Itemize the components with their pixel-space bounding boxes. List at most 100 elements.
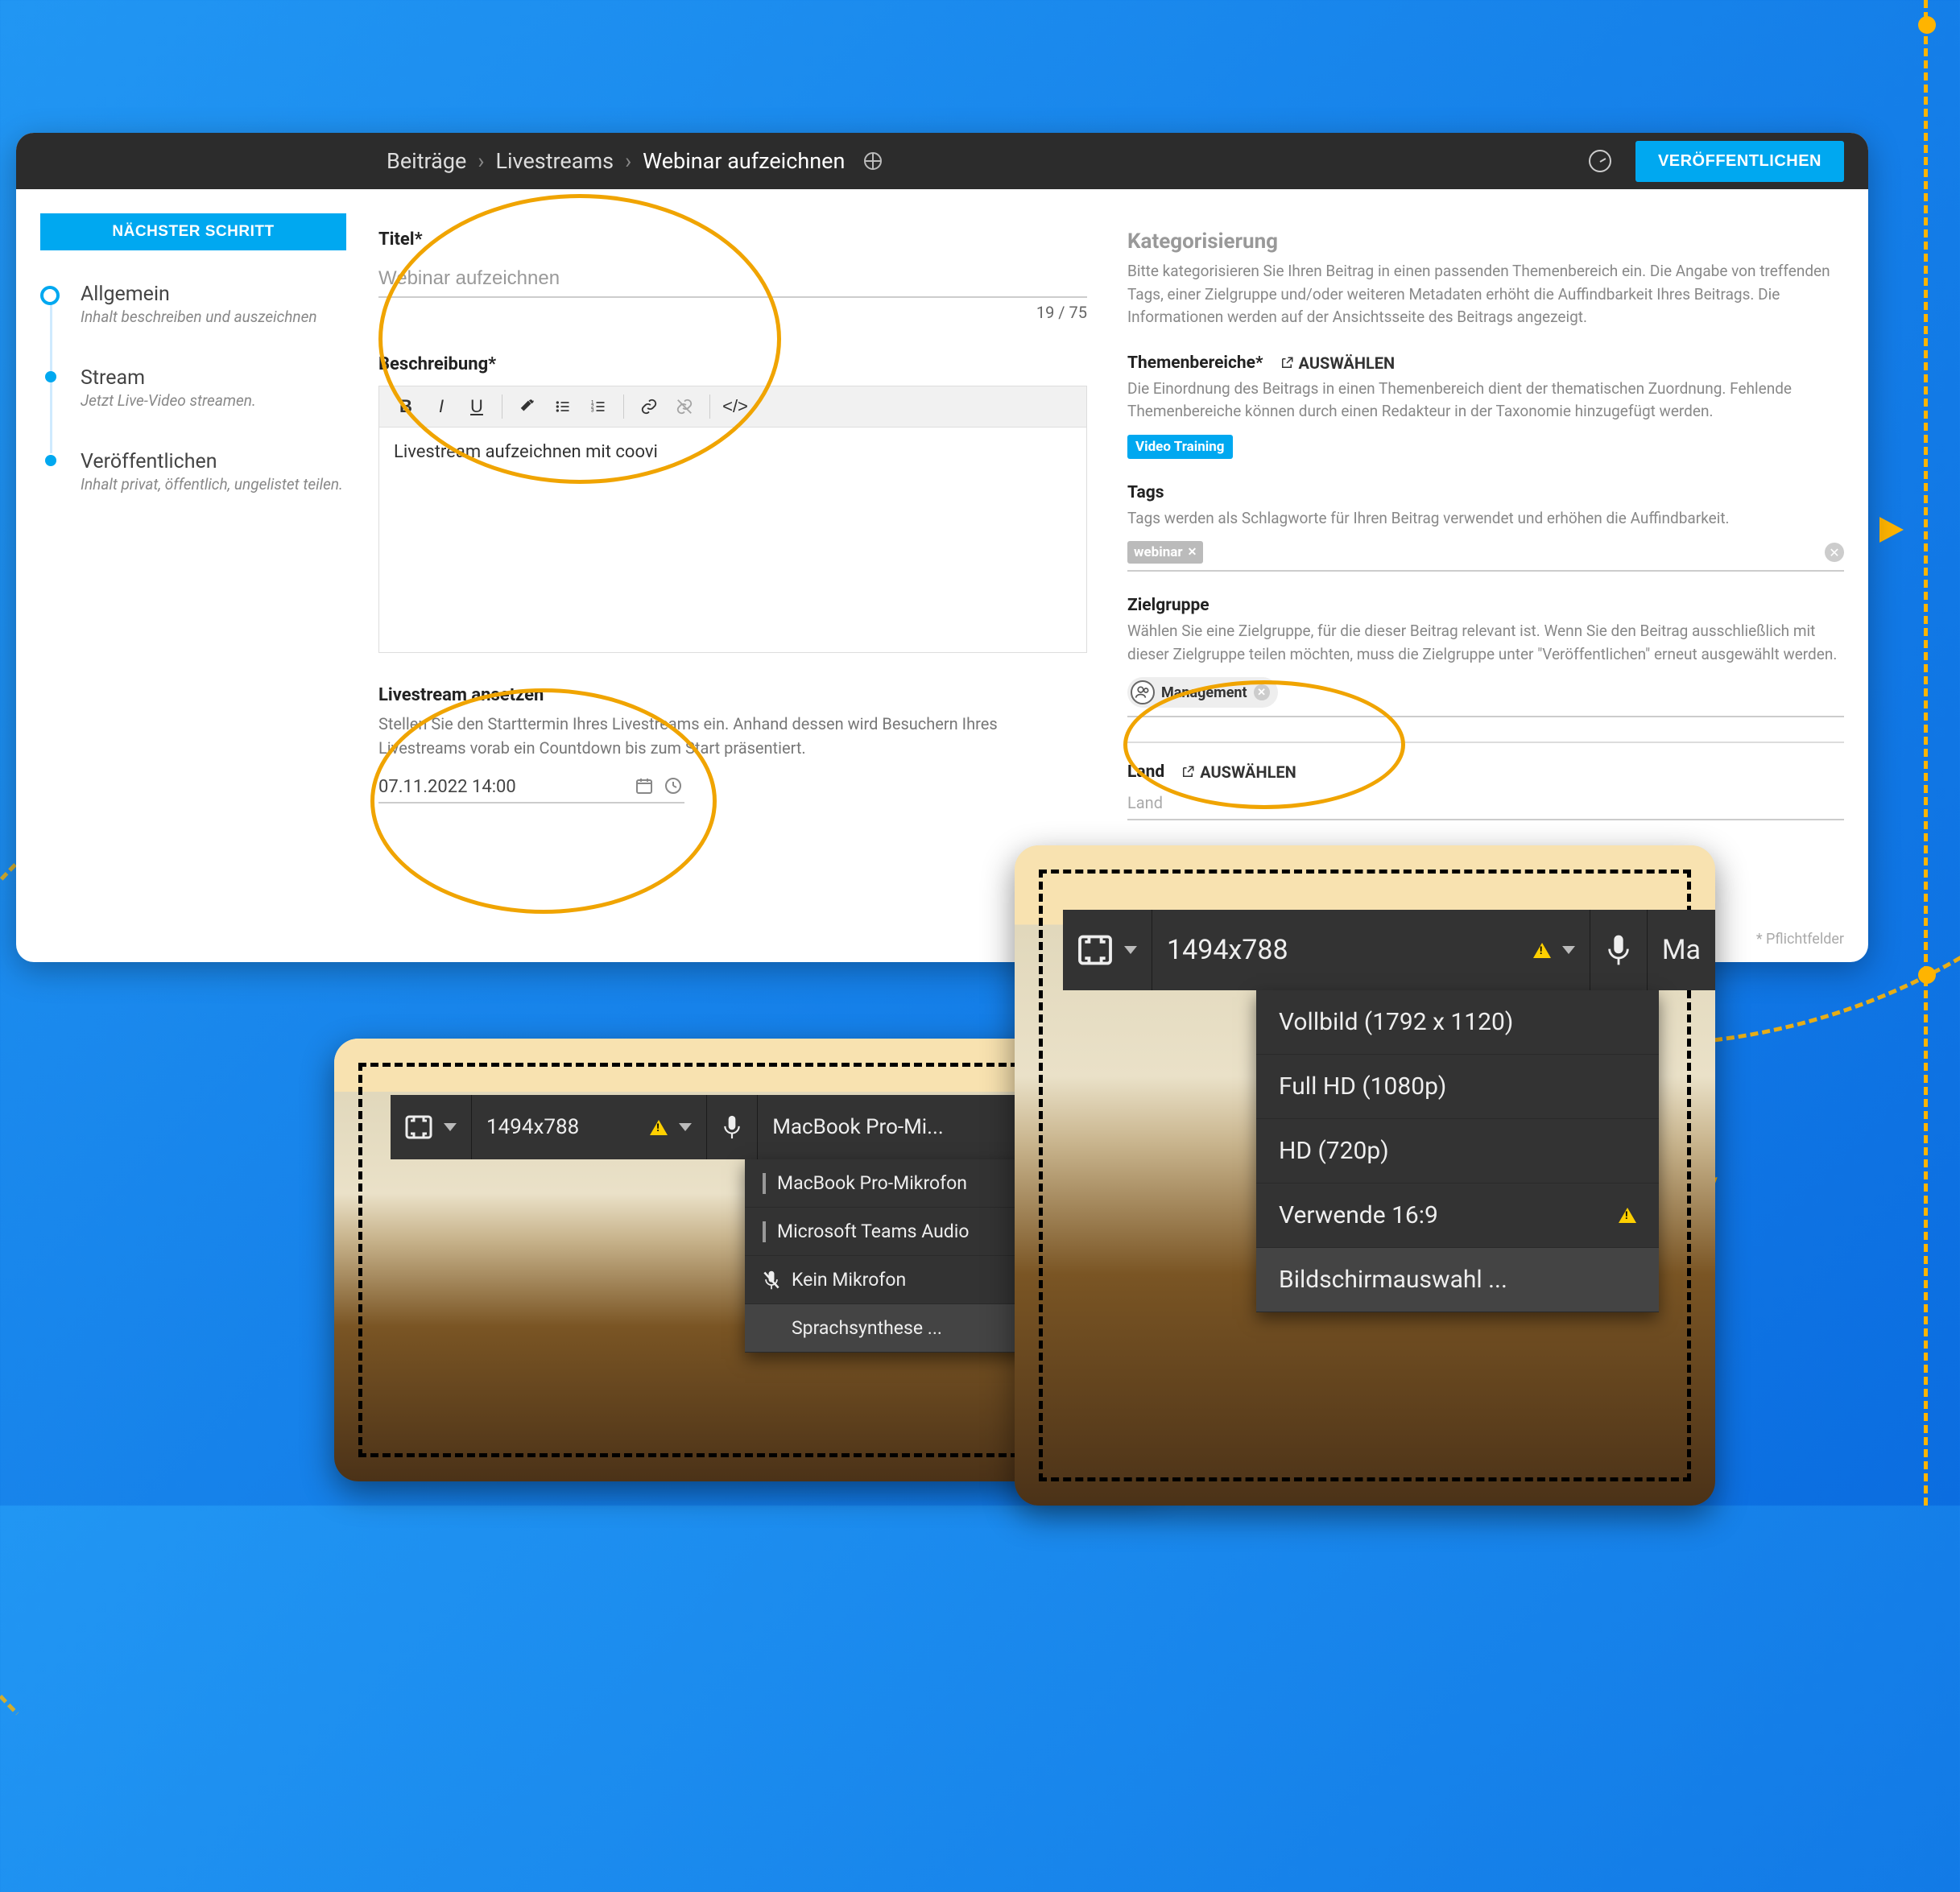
step-bullet (45, 371, 56, 382)
decorative-dot (1918, 16, 1936, 34)
step-publish[interactable]: Veröffentlichen Inhalt privat, öffentlic… (40, 450, 346, 494)
resolution-dropdown: Vollbild (1792 x 1120) Full HD (1080p) H… (1256, 990, 1659, 1312)
country-select-button[interactable]: AUSWÄHLEN (1181, 762, 1296, 782)
code-button[interactable]: </> (718, 390, 752, 423)
topic-chip[interactable]: Video Training (1127, 435, 1233, 459)
clear-tags-button[interactable]: ✕ (1825, 543, 1844, 562)
underline-button[interactable]: U (460, 390, 494, 423)
decorative-dot (1918, 966, 1936, 984)
step-bullet (45, 455, 56, 466)
title-label: Titel* (378, 229, 1087, 250)
remove-audience-icon[interactable]: ✕ (1254, 684, 1270, 700)
unlink-button[interactable] (668, 390, 701, 423)
tags-desc: Tags werden als Schlagworte für Ihren Be… (1127, 507, 1844, 531)
mic-dropdown: MacBook Pro-Mikrofon Microsoft Teams Aud… (745, 1159, 1035, 1353)
clear-format-button[interactable] (511, 390, 544, 423)
tag-chip[interactable]: webinar✕ (1127, 541, 1203, 564)
mic-option[interactable]: Microsoft Teams Audio (745, 1208, 1035, 1256)
step-list: Allgemein Inhalt beschreiben und auszeic… (40, 283, 346, 494)
bullet-list-button[interactable] (546, 390, 580, 423)
chevron-right-icon: › (625, 148, 631, 174)
publish-button[interactable]: VERÖFFENTLICHEN (1635, 141, 1844, 182)
audience-chip[interactable]: Management ✕ (1127, 677, 1278, 708)
description-text: Livestream aufzeichnen mit coovi (394, 442, 658, 462)
bold-button[interactable]: B (389, 390, 423, 423)
chevron-down-icon (679, 1123, 692, 1131)
mic-source-select[interactable]: MacBook Pro-Mi... (758, 1095, 1054, 1159)
schedule-value: 07.11.2022 14:00 (378, 777, 626, 797)
next-step-button[interactable]: NÄCHSTER SCHRITT (40, 213, 346, 250)
step-bullet-active (40, 286, 60, 305)
mic-toggle[interactable] (1590, 910, 1648, 990)
step-title: Stream (81, 366, 346, 390)
globe-icon[interactable] (864, 152, 882, 170)
schedule-input[interactable]: 07.11.2022 14:00 (378, 776, 684, 803)
calendar-icon[interactable] (635, 776, 655, 797)
char-count: 19 / 75 (378, 303, 1087, 322)
resolution-option-pick[interactable]: Bildschirmauswahl ... (1256, 1248, 1659, 1312)
step-desc: Jetzt Live-Video streamen. (81, 391, 346, 410)
chevron-down-icon (444, 1123, 457, 1131)
topics-desc: Die Einordnung des Beitrags in einen The… (1127, 378, 1844, 423)
clock-icon[interactable] (664, 776, 684, 797)
resolution-option-aspect[interactable]: Verwende 16:9 (1256, 1184, 1659, 1248)
step-desc: Inhalt privat, öffentlich, ungelistet te… (81, 475, 346, 494)
breadcrumb-current: Webinar aufzeichnen (643, 148, 845, 174)
screen-icon (405, 1115, 432, 1139)
mic-source-select[interactable]: Ma (1648, 910, 1715, 990)
country-input[interactable]: Land (1127, 787, 1844, 820)
categorization-heading: Kategorisierung (1127, 229, 1844, 254)
step-title: Veröffentlichen (81, 450, 346, 473)
mic-option-none[interactable]: Kein Mikrofon (745, 1256, 1035, 1304)
recorder-toolbar: 1494x788 Ma (1063, 910, 1715, 990)
svg-text:3: 3 (591, 408, 594, 414)
resolution-select[interactable]: 1494x788 (472, 1095, 707, 1159)
numbered-list-button[interactable]: 123 (581, 390, 615, 423)
step-stream[interactable]: Stream Jetzt Live-Video streamen. (40, 366, 346, 410)
screen-select[interactable] (391, 1095, 472, 1159)
description-editor[interactable]: Livestream aufzeichnen mit coovi (378, 428, 1087, 653)
resolution-value: 1494x788 (486, 1115, 579, 1139)
audience-desc: Wählen Sie eine Zielgruppe, für die dies… (1127, 620, 1844, 666)
mic-option-synth[interactable]: Sprachsynthese ... (745, 1304, 1035, 1353)
tags-input-row[interactable]: webinar✕ ✕ (1127, 541, 1844, 572)
italic-button[interactable]: I (424, 390, 458, 423)
title-input[interactable] (378, 261, 1087, 298)
sidebar: NÄCHSTER SCHRITT Allgemein Inhalt beschr… (16, 189, 370, 962)
step-desc: Inhalt beschreiben und auszeichnen (81, 308, 346, 326)
step-title: Allgemein (81, 283, 346, 306)
arrow-icon (1875, 515, 1904, 544)
microphone-icon (722, 1113, 742, 1141)
chevron-down-icon (1562, 946, 1575, 954)
remove-tag-icon[interactable]: ✕ (1188, 546, 1197, 559)
mic-source-label: Ma (1662, 934, 1701, 966)
breadcrumb-item[interactable]: Livestreams (495, 148, 614, 174)
link-button[interactable] (632, 390, 666, 423)
resolution-option[interactable]: HD (720p) (1256, 1119, 1659, 1184)
warning-icon (650, 1120, 668, 1135)
resolution-option[interactable]: Full HD (1080p) (1256, 1055, 1659, 1119)
microphone-off-icon (763, 1270, 780, 1291)
divider (1127, 742, 1844, 743)
tags-label: Tags (1127, 483, 1164, 502)
mic-toggle[interactable] (707, 1095, 758, 1159)
categorization-desc: Bitte kategorisieren Sie Ihren Beitrag i… (1127, 260, 1844, 329)
audience-label: Zielgruppe (1127, 596, 1209, 615)
group-icon (1131, 680, 1155, 704)
required-footnote: * Pflichtfelder (1756, 931, 1844, 948)
topics-label: Themenbereiche* (1127, 353, 1263, 373)
form-main: Titel* 19 / 75 Beschreibung* B I U (370, 189, 1111, 962)
top-bar: Beiträge › Livestreams › Webinar aufzeic… (16, 133, 1868, 189)
warning-icon (1533, 943, 1551, 958)
resolution-select[interactable]: 1494x788 (1152, 910, 1590, 990)
schedule-desc: Stellen Sie den Starttermin Ihres Livest… (378, 712, 1087, 760)
mic-option[interactable]: MacBook Pro-Mikrofon (745, 1159, 1035, 1208)
screen-icon (1077, 935, 1113, 965)
step-allgemein[interactable]: Allgemein Inhalt beschreiben und auszeic… (40, 283, 346, 326)
resolution-option[interactable]: Vollbild (1792 x 1120) (1256, 990, 1659, 1055)
history-icon[interactable] (1589, 150, 1611, 172)
warning-icon (1619, 1208, 1636, 1223)
topics-select-button[interactable]: AUSWÄHLEN (1280, 353, 1396, 373)
screen-select[interactable] (1063, 910, 1152, 990)
breadcrumb-item[interactable]: Beiträge (387, 148, 466, 174)
